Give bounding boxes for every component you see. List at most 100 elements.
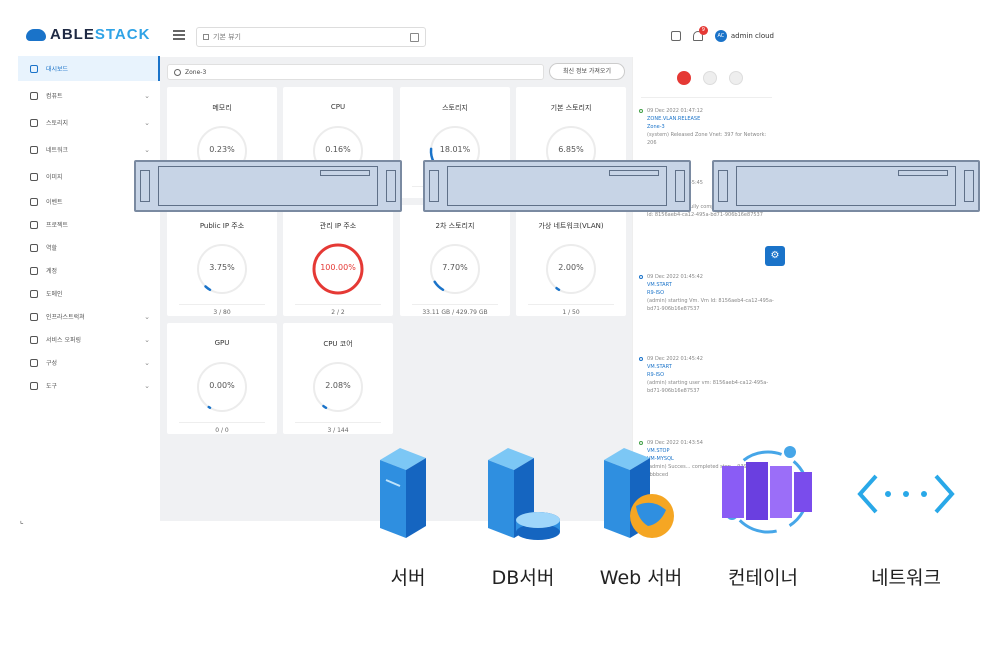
menu-item-icon [30,381,38,390]
status-dot-icon [639,109,643,113]
usage-percent: 100.00% [320,263,356,272]
card-title: 기본 스토리지 [550,104,592,112]
sidebar-item-label: 프로젝트 [46,222,69,229]
logo-text-able: ABLE [50,26,95,43]
divider [641,97,772,98]
settings-gear-button[interactable]: ⚙ [765,246,785,266]
divider [295,304,381,305]
usage-percent: 18.01% [439,145,471,154]
event-description: (admin) starting Vm. Vm Id: 8156aeb4-ca1… [647,298,774,312]
db-server-icon [488,448,560,540]
usage-detail: 3 / 144 [327,427,349,434]
sidebar-item[interactable]: 네트워크 ⌄ [18,137,160,162]
card-title: Public IP 주소 [199,222,245,230]
event-action: VM.START [647,364,672,370]
event-time: 09 Dec 2022 01:45:42 [647,356,703,362]
event-item[interactable]: 09 Dec 2022 01:45:42 VM.START R9-ISO (admin… [639,273,775,313]
usage-percent: 3.75% [209,263,235,272]
divider [295,422,381,423]
user-name[interactable]: admin cloud [731,32,774,40]
event-target[interactable]: R9-ISO [647,371,775,379]
chevron-down-icon: ⌄ [144,145,150,154]
sidebar-item-label: 인프라스트럭쳐 [46,314,85,321]
menu-item-icon [30,266,38,275]
card-title: 메모리 [212,104,232,112]
sidebar-item-label: 서비스 오퍼링 [46,337,82,344]
card-title: CPU 코어 [323,340,353,348]
sidebar-item-label: 도메인 [46,291,63,298]
sidebar-item[interactable]: 계정 [18,260,160,281]
search-box-icon[interactable] [410,33,419,42]
menu-item-icon [30,289,38,298]
card-title: 가상 네트워크(VLAN) [538,222,604,230]
sidebar-item[interactable]: 서비스 오퍼링 ⌄ [18,329,160,350]
network-icon [857,474,955,514]
server-label: 서버 [390,567,426,589]
network-label: 네트워크 [871,567,941,589]
search-input[interactable]: 기본 뷰기 [196,27,426,47]
menu-toggle-icon[interactable] [173,30,185,40]
usage-card: 관리 IP 주소 100.00% 2 / 2 [283,205,393,316]
server-rack-3 [712,160,980,212]
search-placeholder: 기본 뷰기 [213,33,241,41]
sidebar-item[interactable]: 도메인 [18,283,160,304]
avatar[interactable]: AC [714,30,727,42]
card-title: CPU [330,103,346,111]
notification-badge: 9 [698,26,708,35]
menu-item-icon [30,312,38,321]
usage-card: GPU 0.00% 0 / 0 [167,323,277,434]
sidebar-item[interactable]: 인프라스트럭쳐 ⌄ [18,306,160,327]
menu-item-icon [30,172,38,181]
refresh-button[interactable]: 최신 정보 가져오기 [549,63,625,80]
divider [179,422,265,423]
chevron-down-icon: ⌄ [144,91,150,100]
cloud-icon [26,28,46,41]
zone-name: Zone-3 [185,68,207,76]
menu-item-icon [30,335,38,344]
chevron-down-icon: ⌄ [144,312,150,321]
server-rack-1 [134,160,402,212]
event-target[interactable]: R9-ISO [647,289,775,297]
usage-detail: 2 / 2 [331,309,345,316]
usage-card: 가상 네트워크(VLAN) 2.00% 1 / 50 [516,205,626,316]
chevron-down-icon: ⌄ [144,381,150,390]
sidebar-item[interactable]: 프로젝트 [18,214,160,235]
sidebar-item[interactable]: 구성 ⌄ [18,352,160,373]
chevron-down-icon: ⌄ [144,358,150,367]
ablestack-logo[interactable]: ABLESTACK [26,26,150,43]
export-icon[interactable] [670,31,681,41]
alert-tab-icon[interactable] [677,71,691,85]
card-title: GPU [214,339,230,347]
usage-percent: 6.85% [558,145,584,154]
status-dot-icon [639,275,643,279]
usage-percent: 0.16% [325,145,351,154]
web-server-icon [604,448,674,538]
usage-percent: 2.00% [558,263,584,272]
infra-illustration: 서버 DB서버 Web 서버 컨테이너 네트워크 [360,440,1000,672]
sidebar: 대시보드컴퓨트 ⌄ 스토리지 ⌄ 네트워크 ⌄ 이미지 ⌄ 이벤트프로젝트역할계정도메인인프라스… [18,56,160,398]
usage-detail: 3 / 80 [213,309,231,316]
usage-percent: 0.23% [209,145,235,154]
sidebar-item[interactable]: 스토리지 ⌄ [18,110,160,135]
pause-tab-icon[interactable] [703,71,717,85]
sidebar-item[interactable]: 대시보드 [18,56,160,81]
corner-mark: ⌞ [20,516,24,525]
event-target[interactable]: Zone-3 [647,123,775,131]
usage-detail: 0 / 0 [215,427,229,434]
list-tab-icon[interactable] [729,71,743,85]
sidebar-item-label: 이벤트 [46,199,63,206]
card-title: 스토리지 [442,104,468,112]
sidebar-item-label: 대시보드 [46,66,69,73]
menu-item-icon [30,64,38,73]
menu-item-icon [30,243,38,252]
event-item[interactable]: 09 Dec 2022 01:47:12 ZONE.VLAN.RELEASE Zon… [639,107,775,147]
sidebar-item[interactable]: 역할 [18,237,160,258]
sidebar-item[interactable]: 도구 ⌄ [18,375,160,396]
zone-select[interactable]: Zone-3 [167,64,544,80]
usage-detail: 33.11 GB / 429.79 GB [422,309,488,316]
event-item[interactable]: 09 Dec 2022 01:45:42 VM.START R9-ISO (admin… [639,355,775,395]
bell-icon[interactable]: 9 [692,26,708,41]
sidebar-item[interactable]: 컴퓨트 ⌄ [18,83,160,108]
divider [528,304,614,305]
page: ABLESTACK 기본 뷰기 9 AC admin cloud 대시보드컴퓨트… [0,0,1000,672]
